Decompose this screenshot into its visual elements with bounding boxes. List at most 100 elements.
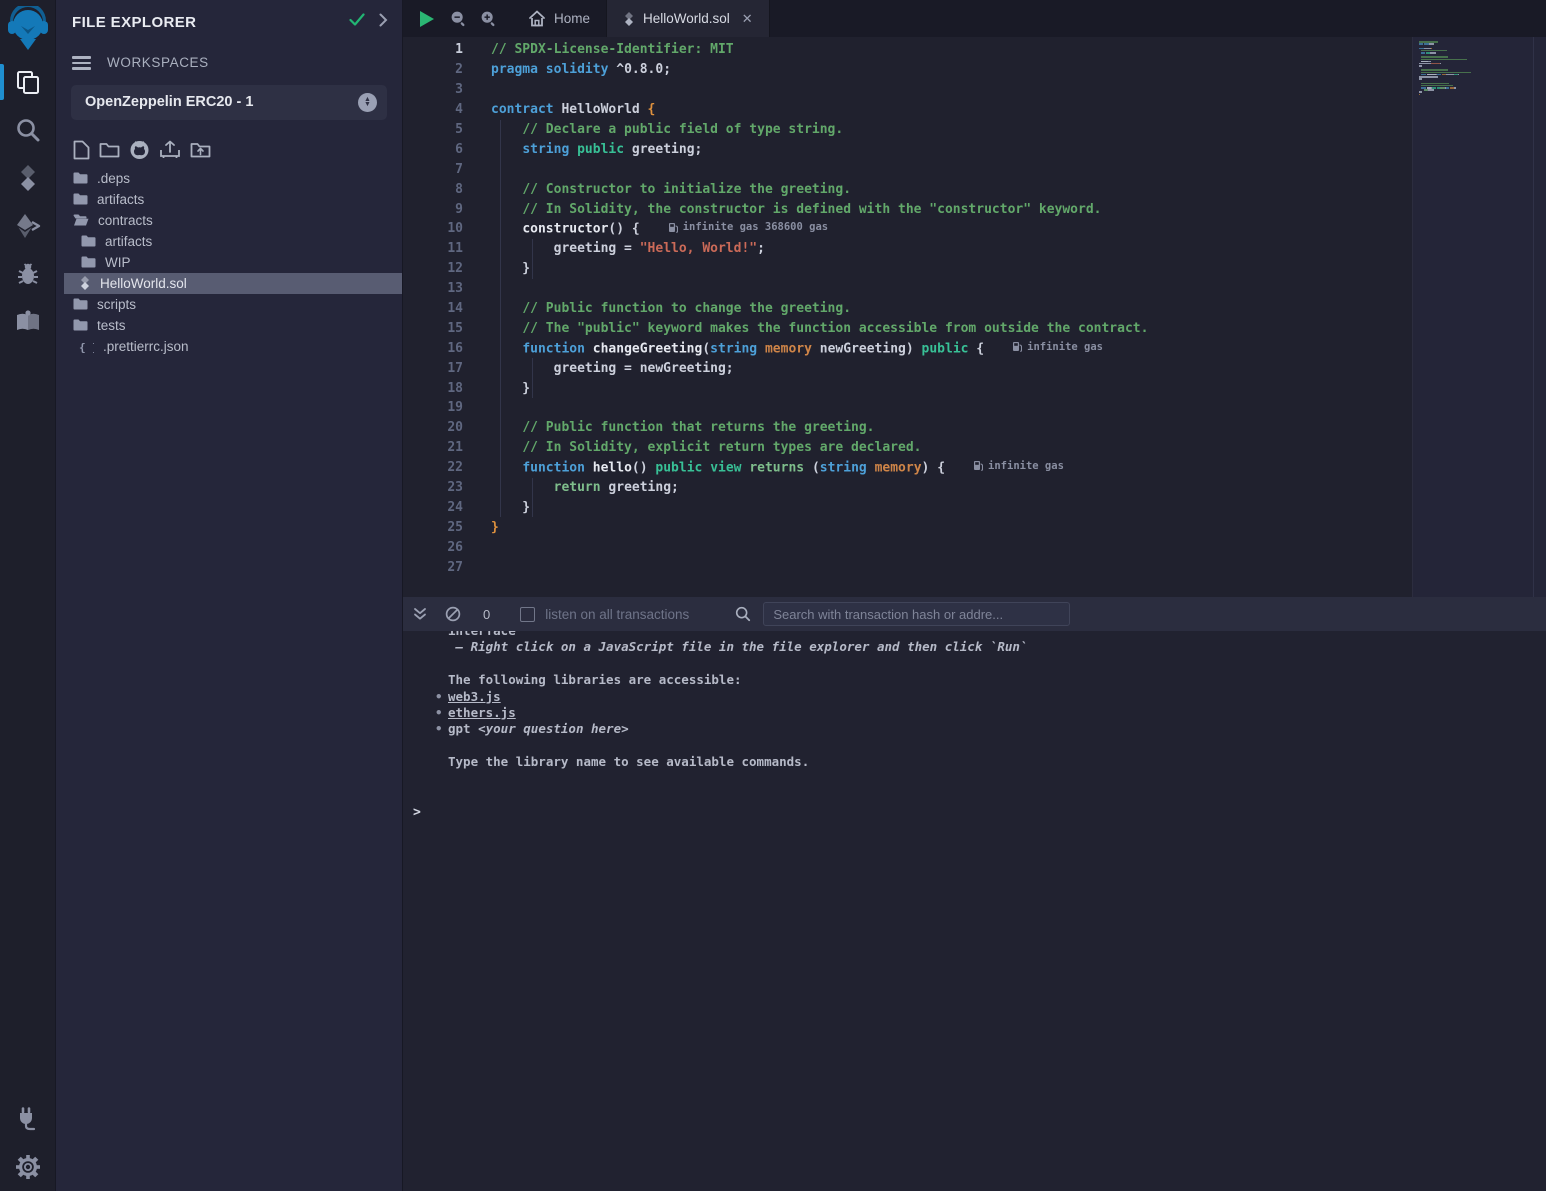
code-line[interactable]: 25} [403, 517, 1412, 537]
terminal-prompt[interactable]: > [413, 805, 421, 821]
upload-file-icon[interactable] [159, 140, 181, 159]
code-line[interactable]: 19 [403, 398, 1412, 418]
tree-item-artifacts[interactable]: artifacts [56, 231, 402, 252]
svg-text:{ }: { } [79, 341, 94, 353]
minimap-panel[interactable] [1412, 37, 1546, 597]
code-line[interactable]: 27 [403, 557, 1412, 577]
code-line[interactable]: 17 greeting = newGreeting; [403, 358, 1412, 378]
new-folder-icon[interactable] [99, 141, 120, 159]
terminal-line: ethers.js [448, 705, 1546, 721]
panel-title: FILE EXPLORER [72, 14, 349, 31]
chevron-right-icon[interactable] [379, 13, 388, 31]
listen-label: listen on all transactions [545, 607, 689, 622]
terminal-output[interactable]: interface – Right click on a JavaScript … [403, 631, 1546, 1191]
gas-estimate-badge: infinite gas [1012, 341, 1103, 353]
rail-item-plugin-manager[interactable] [0, 1095, 55, 1143]
tab-home[interactable]: Home [512, 0, 606, 37]
folder-icon [73, 319, 88, 331]
code-line[interactable]: 4contract HelloWorld { [403, 100, 1412, 120]
tree-item-artifacts[interactable]: artifacts [56, 189, 402, 210]
code-line[interactable]: 6 string public greeting; [403, 139, 1412, 159]
folder-icon [73, 298, 88, 310]
workspaces-label: WORKSPACES [107, 55, 209, 70]
code-line[interactable]: 24 } [403, 497, 1412, 517]
home-icon [528, 10, 546, 27]
editor-scrollbar[interactable] [1533, 37, 1546, 597]
code-line[interactable]: 15 // The "public" keyword makes the fun… [403, 318, 1412, 338]
workspace-select[interactable]: OpenZeppelin ERC20 - 1 ▲▼ [71, 85, 387, 120]
code-line[interactable]: 11 greeting = "Hello, World!"; [403, 239, 1412, 259]
code-line[interactable]: 13 [403, 279, 1412, 299]
code-line[interactable]: 26 [403, 537, 1412, 557]
tree-item-wip[interactable]: WIP [56, 252, 402, 273]
workspaces-menu-icon[interactable] [72, 53, 91, 73]
tree-item-tests[interactable]: tests [56, 315, 402, 336]
new-file-icon[interactable] [73, 140, 90, 160]
workspace-switch-icon[interactable]: ▲▼ [358, 93, 377, 112]
file-toolbar [73, 140, 402, 160]
code-line[interactable]: 16 function changeGreeting(string memory… [403, 338, 1412, 358]
code-line[interactable]: 22 function hello() public view returns … [403, 458, 1412, 478]
gas-estimate-badge: infinite gas 368600 gas [668, 221, 828, 233]
code-line[interactable]: 9 // In Solidity, the constructor is def… [403, 199, 1412, 219]
close-tab-icon[interactable]: ✕ [742, 11, 753, 27]
workspace-name: OpenZeppelin ERC20 - 1 [85, 94, 358, 110]
tree-item-helloworld-sol[interactable]: HelloWorld.sol [64, 273, 402, 294]
library-link-ethers-js[interactable]: ethers.js [448, 705, 516, 720]
tree-item--deps[interactable]: .deps [56, 168, 402, 189]
rail-item-solidity-compiler[interactable] [0, 154, 55, 202]
rail-item-debugger[interactable] [0, 250, 55, 298]
check-icon[interactable] [349, 13, 365, 31]
folder-open-icon [73, 214, 89, 226]
zoom-in-icon[interactable] [478, 9, 498, 29]
listen-checkbox[interactable] [520, 607, 535, 622]
terminal-expand-icon[interactable] [413, 607, 427, 621]
rail-item-settings[interactable] [0, 1143, 55, 1191]
solidity-icon [623, 12, 635, 26]
code-line[interactable]: 18 } [403, 378, 1412, 398]
editor-toolbar: Home HelloWorld.sol✕ [403, 0, 1546, 37]
rail-item-learneth[interactable] [0, 298, 55, 346]
run-button[interactable] [416, 8, 438, 30]
minimap[interactable] [1419, 41, 1519, 100]
rail-item-file-explorer[interactable] [0, 58, 55, 106]
rail-item-deploy-run[interactable] [0, 202, 55, 250]
code-line[interactable]: 21 // In Solidity, explicit return types… [403, 438, 1412, 458]
code-line[interactable]: 20 // Public function that returns the g… [403, 418, 1412, 438]
tree-item--prettierrc-json[interactable]: { }.prettierrc.json [56, 336, 402, 357]
terminal-line: web3.js [448, 689, 1546, 705]
tree-item-scripts[interactable]: scripts [56, 294, 402, 315]
file-explorer-panel: FILE EXPLORER WORKSPACES OpenZeppelin ER… [55, 0, 403, 1191]
upload-folder-icon[interactable] [190, 141, 211, 159]
remix-logo[interactable] [0, 0, 55, 58]
gas-estimate-badge: infinite gas [973, 460, 1064, 472]
code-line[interactable]: 7 [403, 159, 1412, 179]
code-line[interactable]: 3 [403, 80, 1412, 100]
clear-console-icon[interactable] [445, 606, 461, 622]
folder-icon [73, 172, 88, 184]
terminal-line: – Right click on a JavaScript file in th… [448, 639, 1546, 655]
library-link-web3-js[interactable]: web3.js [448, 689, 501, 704]
terminal-line: interface [448, 631, 1546, 639]
transaction-search-input[interactable] [763, 602, 1070, 626]
rail-item-search[interactable] [0, 106, 55, 154]
code-line[interactable]: 5 // Declare a public field of type stri… [403, 120, 1412, 140]
code-editor[interactable]: 1// SPDX-License-Identifier: MIT 2pragma… [403, 37, 1546, 597]
code-line[interactable]: 14 // Public function to change the gree… [403, 299, 1412, 319]
zoom-out-icon[interactable] [448, 9, 468, 29]
github-icon[interactable] [129, 140, 150, 160]
folder-icon [73, 193, 88, 205]
transaction-count: 0 [483, 607, 490, 622]
code-line[interactable]: 1// SPDX-License-Identifier: MIT [403, 40, 1412, 60]
code-line[interactable]: 2pragma solidity ^0.8.0; [403, 60, 1412, 80]
tree-item-contracts[interactable]: contracts [56, 210, 402, 231]
code-line[interactable]: 10 constructor() {infinite gas 368600 ga… [403, 219, 1412, 239]
main-area: Home HelloWorld.sol✕ 1// SPDX-License-Id… [403, 0, 1546, 1191]
code-line[interactable]: 23 return greeting; [403, 478, 1412, 498]
tab-helloworld-sol[interactable]: HelloWorld.sol✕ [606, 0, 770, 37]
solidity-icon [79, 276, 91, 290]
folder-icon [81, 235, 96, 247]
code-line[interactable]: 12 } [403, 259, 1412, 279]
code-line[interactable]: 8 // Constructor to initialize the greet… [403, 179, 1412, 199]
folder-icon [81, 256, 96, 268]
